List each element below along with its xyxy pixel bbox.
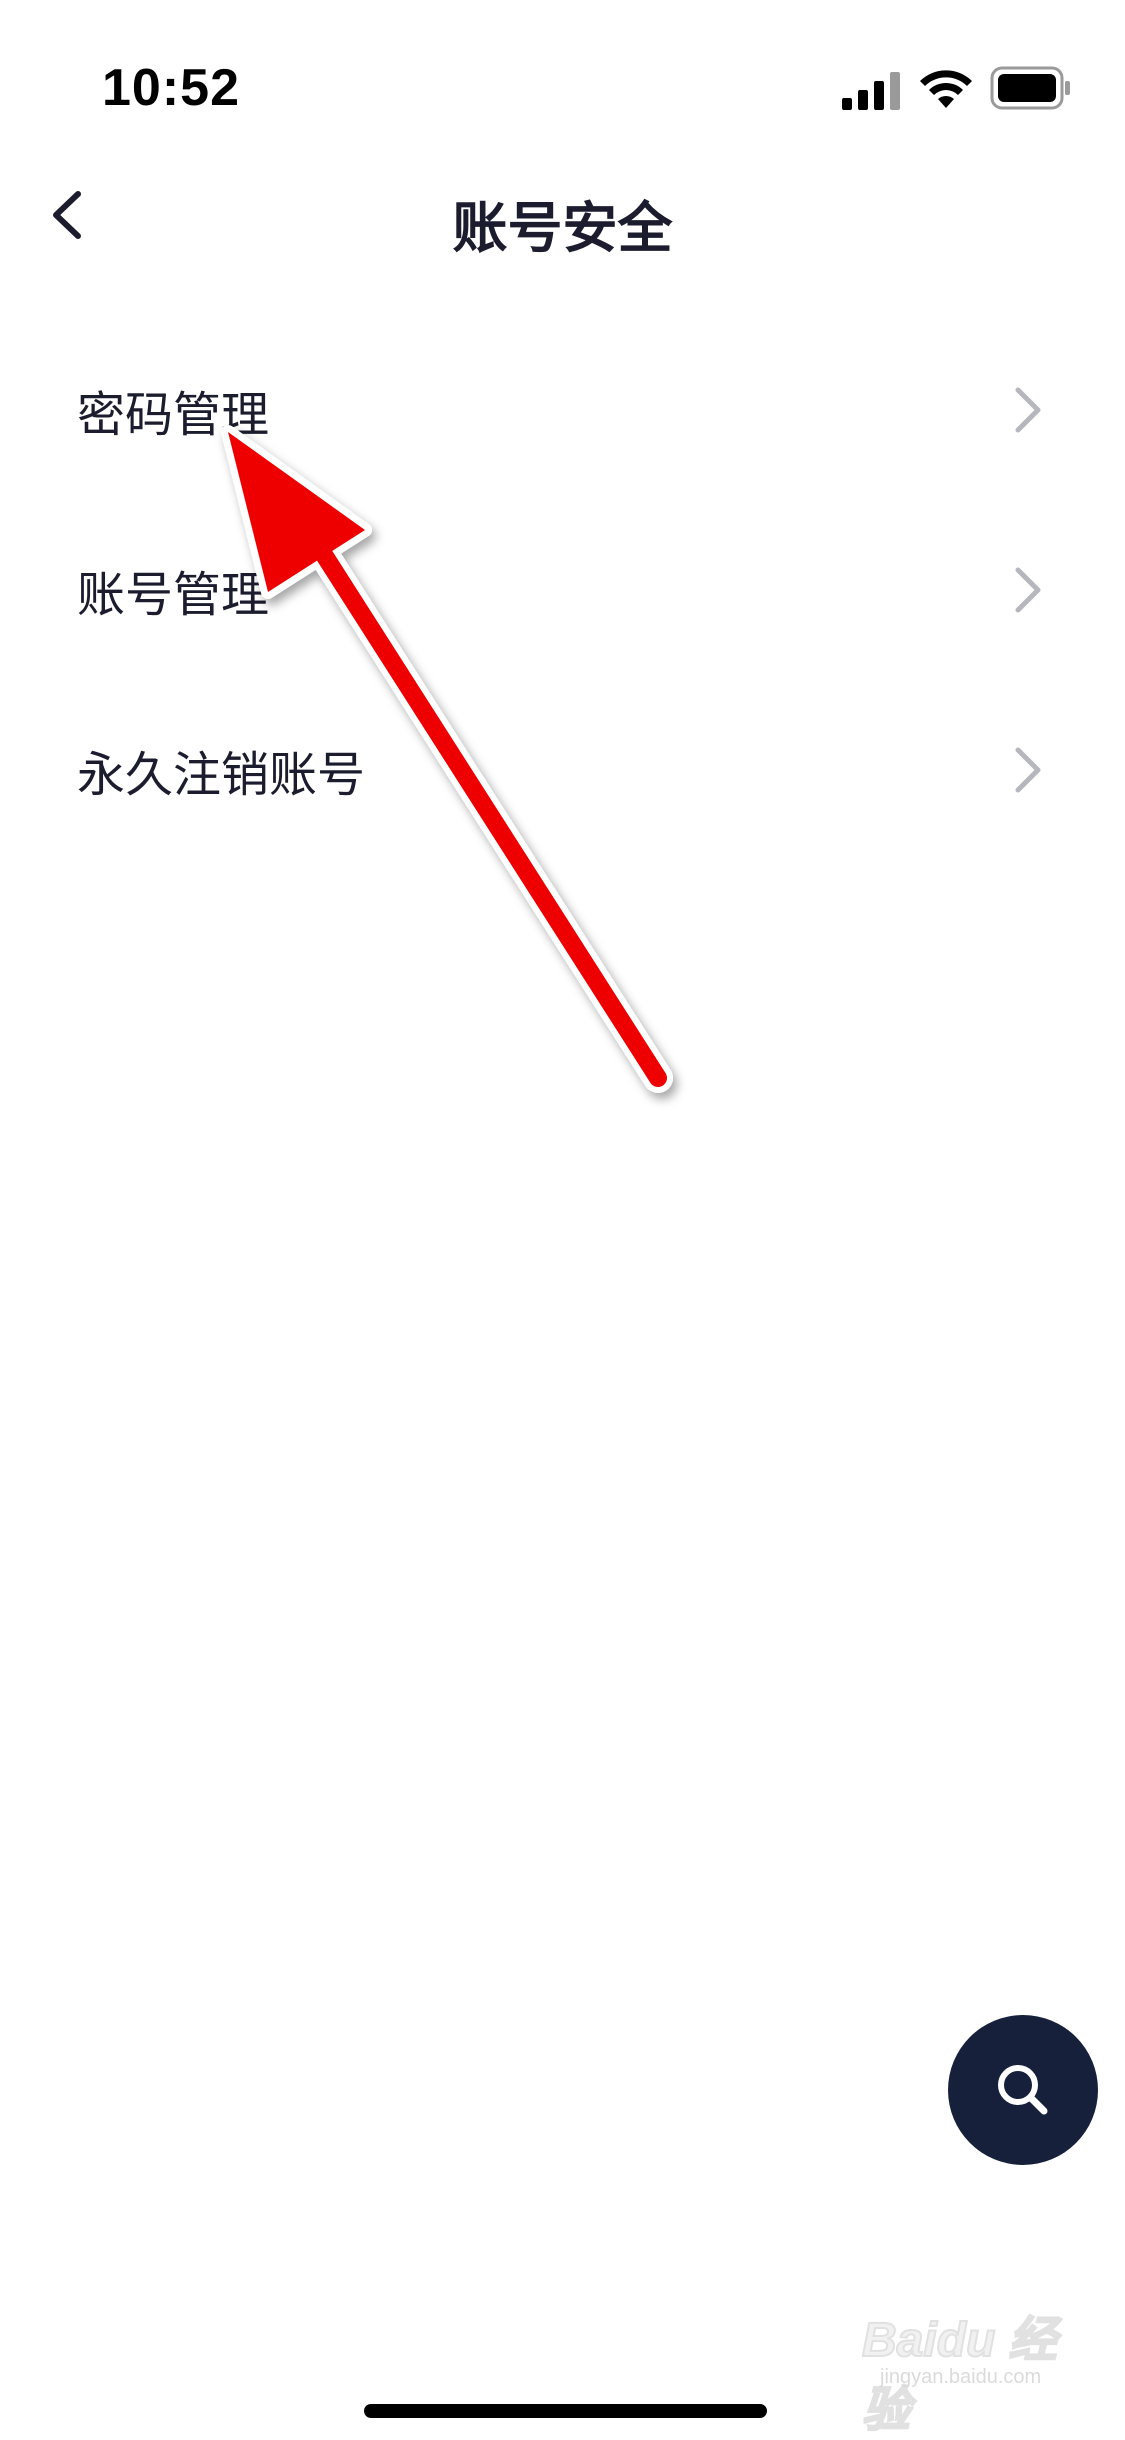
watermark-url: jingyan.baidu.com [880, 2366, 1042, 2388]
battery-icon [990, 66, 1070, 110]
menu-item-label: 永久注销账号 [77, 747, 366, 803]
search-icon [998, 2065, 1048, 2115]
menu-item-label: 账号管理 [77, 567, 270, 623]
menu-item-label: 密码管理 [77, 387, 270, 443]
floating-search-button[interactable] [948, 2015, 1098, 2165]
chevron-right-icon [1015, 387, 1041, 433]
menu-item-password-management[interactable]: 密码管理 [0, 320, 1125, 500]
cellular-signal-icon [842, 72, 900, 110]
chevron-right-icon [1015, 747, 1041, 793]
menu-item-account-management[interactable]: 账号管理 [0, 500, 1125, 680]
baidu-watermark: Baidu 经验 jingyan.baidu.com [861, 2300, 1072, 2438]
wifi-icon [920, 70, 972, 108]
status-time: 10:52 [102, 59, 240, 117]
chevron-right-icon [1015, 567, 1041, 613]
status-bar: 10:52 [0, 0, 1125, 150]
home-indicator[interactable] [364, 2404, 767, 2418]
page-title: 账号安全 [452, 196, 673, 260]
menu-item-delete-account[interactable]: 永久注销账号 [0, 680, 1125, 860]
